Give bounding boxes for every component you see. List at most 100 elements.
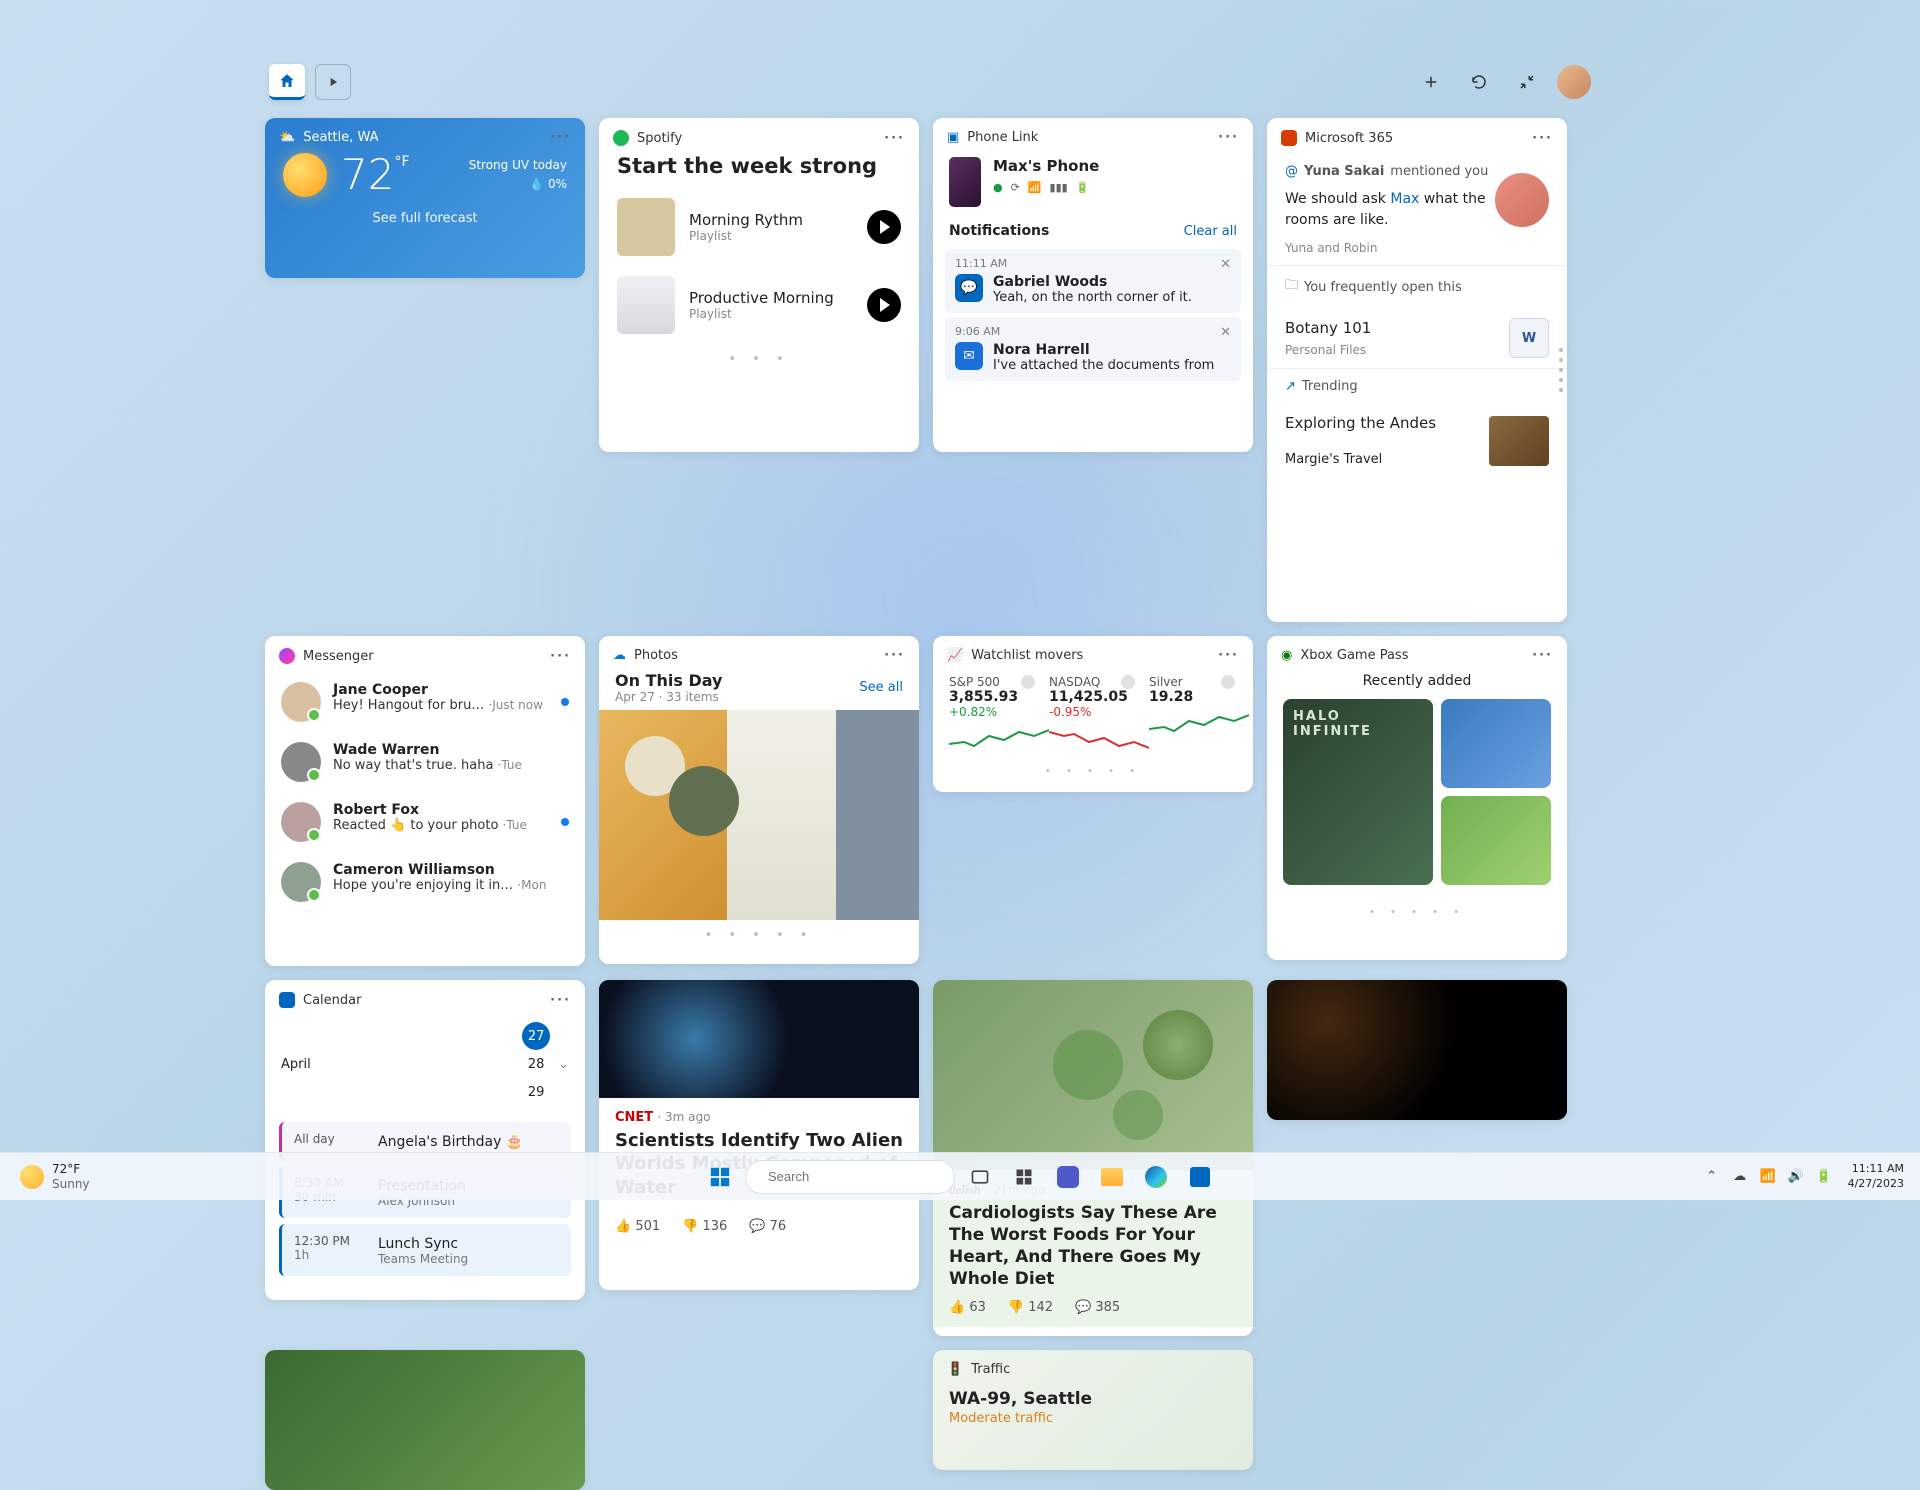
comment-button[interactable]: 💬 76 [749,1219,786,1234]
calendar-next[interactable]: ⌄ [558,1057,569,1072]
stocks-icon: 📈 [947,648,963,663]
photo-thumb[interactable] [836,710,919,920]
news-food-card[interactable] [265,1350,585,1490]
add-widget-button[interactable] [1413,64,1449,100]
pin-icon[interactable] [1021,675,1035,689]
dismiss-button[interactable]: ✕ [1220,257,1231,272]
calendar-title: Calendar [303,993,361,1008]
traffic-card[interactable]: 🚦 Traffic WA-99, Seattle Moderate traffi… [933,1350,1253,1470]
playlist-name: Productive Morning [689,289,853,307]
tray-chevron[interactable]: ⌃ [1702,1167,1722,1187]
edge-button[interactable] [1137,1158,1175,1196]
word-icon: W [1509,318,1549,358]
weather-temp: 72 [341,150,394,199]
photos-more[interactable]: ··· [884,648,905,663]
play-tab[interactable] [315,64,351,100]
photos-pagination[interactable]: • • • • • [599,920,919,949]
mention-icon: @ [1285,164,1298,179]
m365-scrollbar[interactable] [1559,348,1563,392]
pin-icon[interactable] [1221,675,1235,689]
like-button[interactable]: 👍 501 [615,1219,660,1234]
watchlist-card: 📈 Watchlist movers ··· S&P 500 3,855.93 … [933,636,1253,792]
start-button[interactable] [701,1158,739,1196]
dislike-button[interactable]: 👎 136 [682,1219,727,1234]
battery-icon: 🔋 [1076,181,1090,194]
calendar-more[interactable]: ··· [550,993,571,1008]
wifi-tray-icon[interactable]: 📶 [1758,1167,1778,1187]
xbox-more[interactable]: ··· [1532,648,1553,663]
photo-thumb[interactable] [599,710,727,920]
volume-tray-icon[interactable]: 🔊 [1786,1167,1806,1187]
messenger-item[interactable]: Robert Fox Reacted 👆 to your photo ·Tue [265,792,585,852]
spotify-headline: Start the week strong [599,154,919,188]
watchlist-more[interactable]: ··· [1218,648,1239,663]
photos-strip[interactable] [599,710,919,920]
game-halo[interactable] [1283,699,1433,885]
m365-more[interactable]: ··· [1532,131,1553,146]
refresh-button[interactable] [1461,64,1497,100]
messenger-item[interactable]: Wade Warren No way that's true. haha ·Tu… [265,732,585,792]
play-button[interactable] [867,210,901,244]
spotify-more[interactable]: ··· [884,131,905,146]
messenger-more[interactable]: ··· [550,649,571,664]
user-avatar[interactable] [1557,65,1591,99]
like-button[interactable]: 👍 63 [949,1300,986,1315]
playlist-sub: Playlist [689,307,853,321]
news-cnet-card[interactable]: CNET · 3m ago Scientists Identify Two Al… [599,980,919,1290]
notification-item[interactable]: 11:11 AM ✕ 💬 Gabriel Woods Yeah, on the … [945,249,1241,313]
calendar-day[interactable]: 28 [522,1050,550,1078]
messenger-icon [279,648,295,664]
photos-see-all[interactable]: See all [859,680,903,695]
watchlist-pagination[interactable]: • • • • • [933,758,1253,783]
dislike-button[interactable]: 👎 142 [1008,1300,1053,1315]
clear-all-button[interactable]: Clear all [1184,224,1237,239]
stock-item[interactable]: NASDAQ 11,425.05 -0.95% [1049,675,1149,754]
search-input[interactable] [768,1169,944,1184]
weather-card[interactable]: ⛅ Seattle, WA ··· 72°F Strong UV today 💧… [265,118,585,278]
game-minecraft[interactable] [1441,796,1551,885]
calendar-event[interactable]: 12:30 PM1h Lunch SyncTeams Meeting [279,1224,571,1276]
stock-item[interactable]: Silver 19.28 [1149,675,1249,754]
calendar-day[interactable]: 27 [522,1022,550,1050]
home-tab[interactable] [269,64,305,100]
taskview-icon [970,1167,990,1187]
contact-avatar [281,802,321,842]
spotify-item[interactable]: Productive Morning Playlist [599,266,919,344]
messenger-item[interactable]: Cameron Williamson Hope you're enjoying … [265,852,585,912]
game-forza[interactable] [1441,699,1551,788]
weather-forecast-link[interactable]: See full forecast [265,197,585,238]
dismiss-button[interactable]: ✕ [1220,325,1231,340]
notification-item[interactable]: 9:06 AM ✕ ✉ Nora Harrell I've attached t… [945,317,1241,381]
chat-button[interactable] [1049,1158,1087,1196]
recent-doc[interactable]: Botany 101 Personal Files W [1267,308,1567,368]
taskbar-weather[interactable]: 72°FSunny [10,1158,100,1195]
trending-item[interactable]: Exploring the Andes Margie's Travel [1267,404,1567,473]
taskview-button[interactable] [961,1158,999,1196]
sun-icon [20,1165,44,1189]
notification-preview: I've attached the documents from [993,358,1214,373]
spotify-item[interactable]: Morning Rythm Playlist [599,188,919,266]
weather-more[interactable]: ··· [550,130,571,145]
taskbar-search[interactable] [745,1160,955,1194]
stock-item[interactable]: S&P 500 3,855.93 +0.82% [949,675,1049,754]
home-icon [278,72,296,90]
collapse-button[interactable] [1509,64,1545,100]
news-space-card[interactable] [1267,980,1567,1120]
photos-title: Photos [634,648,678,663]
store-button[interactable] [1181,1158,1219,1196]
taskbar-clock[interactable]: 11:11 AM 4/27/2023 [1842,1162,1910,1191]
phonelink-more[interactable]: ··· [1218,130,1239,145]
photo-thumb[interactable] [727,710,836,920]
pin-icon[interactable] [1121,675,1135,689]
widgets-button[interactable] [1005,1158,1043,1196]
comment-button[interactable]: 💬 385 [1075,1300,1120,1315]
play-button[interactable] [867,288,901,322]
m365-icon [1281,130,1297,146]
calendar-day[interactable]: 29 [522,1078,550,1106]
messenger-item[interactable]: Jane Cooper Hey! Hangout for bru… ·Just … [265,672,585,732]
battery-tray-icon[interactable]: 🔋 [1814,1167,1834,1187]
explorer-button[interactable] [1093,1158,1131,1196]
xbox-pagination[interactable]: • • • • • [1267,899,1567,924]
onedrive-tray-icon[interactable]: ☁ [1730,1167,1750,1187]
spotify-pagination[interactable]: • • • [599,344,919,373]
